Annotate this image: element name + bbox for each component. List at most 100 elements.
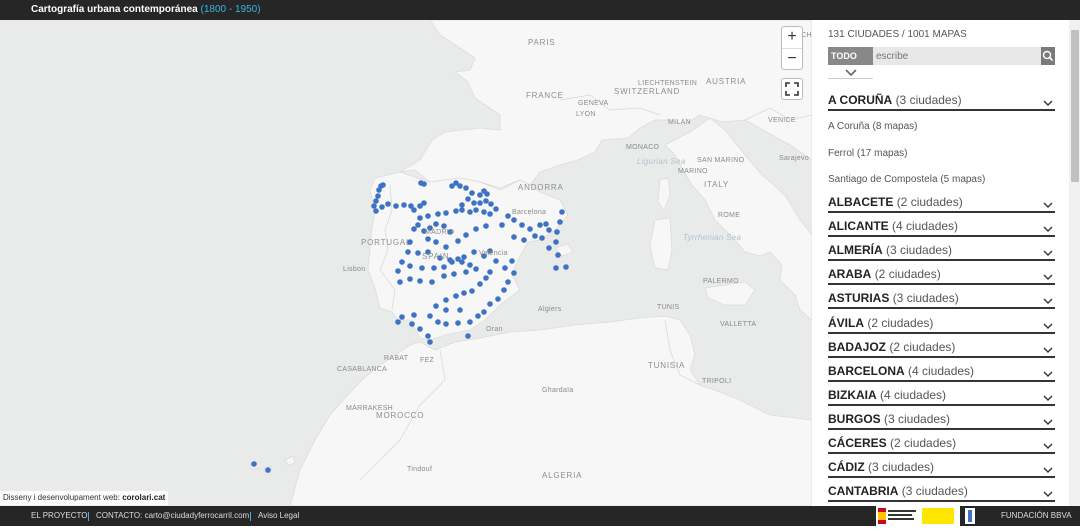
city-marker[interactable] [553, 239, 559, 245]
search-input[interactable] [873, 47, 1041, 65]
city-marker[interactable] [532, 233, 538, 239]
city-marker[interactable] [469, 190, 475, 196]
city-marker[interactable] [555, 252, 561, 258]
province-item[interactable]: CÁDIZ (3 ciudades) [828, 460, 1055, 479]
city-marker[interactable] [559, 209, 565, 215]
city-marker[interactable] [563, 264, 569, 270]
city-marker[interactable] [477, 200, 483, 206]
city-marker[interactable] [511, 270, 517, 276]
zoom-out-button[interactable]: − [782, 48, 802, 69]
city-marker[interactable] [501, 287, 507, 293]
zoom-in-button[interactable]: + [782, 27, 802, 48]
city-marker[interactable] [443, 244, 449, 250]
city-marker[interactable] [537, 222, 543, 228]
city-marker[interactable] [527, 226, 533, 232]
city-marker[interactable] [539, 235, 545, 241]
city-marker[interactable] [425, 213, 431, 219]
province-item[interactable]: CÁCERES (2 ciudades) [828, 436, 1055, 454]
city-marker[interactable] [415, 250, 421, 256]
province-item[interactable]: ALBACETE (2 ciudades) [828, 195, 1055, 213]
city-marker[interactable] [421, 200, 427, 206]
city-marker[interactable] [401, 202, 407, 208]
city-marker[interactable] [509, 258, 515, 264]
city-marker[interactable] [425, 236, 431, 242]
filter-dropdown[interactable] [828, 65, 873, 79]
city-marker[interactable] [407, 276, 413, 282]
city-marker[interactable] [427, 339, 433, 345]
city-marker[interactable] [380, 182, 386, 188]
city-marker[interactable] [471, 200, 477, 206]
city-marker[interactable] [393, 203, 399, 209]
province-item[interactable]: BURGOS (3 ciudades) [828, 412, 1055, 430]
city-marker[interactable] [461, 254, 467, 260]
city-marker[interactable] [487, 211, 493, 217]
city-marker[interactable] [546, 227, 552, 233]
city-item[interactable]: Ferrol (17 mapas) [828, 148, 907, 159]
province-item[interactable]: ALMERÍA (3 ciudades) [828, 243, 1055, 262]
city-marker[interactable] [411, 226, 417, 232]
city-marker[interactable] [463, 269, 469, 275]
province-item[interactable]: BIZKAIA (4 ciudades) [828, 388, 1055, 406]
city-marker[interactable] [425, 333, 431, 339]
city-marker[interactable] [546, 245, 552, 251]
city-marker[interactable] [505, 213, 511, 219]
city-marker[interactable] [451, 271, 457, 277]
city-marker[interactable] [457, 183, 463, 189]
province-item[interactable]: CANTABRIA (3 ciudades) [828, 484, 1055, 503]
city-marker[interactable] [467, 319, 473, 325]
city-marker[interactable] [453, 208, 459, 214]
city-marker[interactable] [421, 181, 427, 187]
city-marker[interactable] [481, 209, 487, 215]
city-marker[interactable] [502, 265, 508, 271]
city-marker[interactable] [463, 185, 469, 191]
city-marker[interactable] [395, 319, 401, 325]
city-marker[interactable] [461, 290, 467, 296]
city-marker[interactable] [373, 208, 379, 214]
city-marker[interactable] [399, 259, 405, 265]
city-marker[interactable] [385, 201, 391, 207]
city-marker[interactable] [397, 279, 403, 285]
city-marker[interactable] [499, 222, 505, 228]
city-marker[interactable] [554, 229, 560, 235]
city-marker[interactable] [443, 210, 449, 216]
city-marker[interactable] [467, 209, 473, 215]
city-marker[interactable] [543, 221, 549, 227]
city-marker[interactable] [379, 204, 385, 210]
city-marker[interactable] [429, 279, 435, 285]
city-marker[interactable] [483, 198, 489, 204]
city-marker[interactable] [487, 301, 493, 307]
city-marker[interactable] [457, 307, 463, 313]
city-marker[interactable] [433, 239, 439, 245]
city-marker[interactable] [455, 238, 461, 244]
city-marker[interactable] [433, 221, 439, 227]
footer-aviso-link[interactable]: Aviso Legal [258, 506, 299, 526]
province-item[interactable]: ASTURIAS (3 ciudades) [828, 291, 1055, 310]
city-marker[interactable] [441, 264, 447, 270]
city-marker[interactable] [477, 192, 483, 198]
city-marker[interactable] [375, 193, 381, 199]
city-marker[interactable] [487, 269, 493, 275]
city-marker[interactable] [488, 201, 494, 207]
city-marker[interactable] [473, 207, 479, 213]
city-marker[interactable] [455, 320, 461, 326]
city-marker[interactable] [395, 268, 401, 274]
city-marker[interactable] [251, 461, 257, 467]
city-marker[interactable] [493, 206, 499, 212]
filter-all-button[interactable]: TODO [828, 47, 873, 65]
city-marker[interactable] [511, 234, 517, 240]
province-item[interactable]: ARABA (2 ciudades) [828, 267, 1055, 286]
city-marker[interactable] [265, 467, 271, 473]
province-item[interactable]: ÁVILA (2 ciudades) [828, 316, 1055, 334]
city-marker[interactable] [505, 279, 511, 285]
city-marker[interactable] [409, 321, 415, 327]
city-marker[interactable] [435, 211, 441, 217]
fullscreen-button[interactable] [781, 78, 803, 100]
city-marker[interactable] [459, 207, 465, 213]
province-item[interactable]: ALICANTE (4 ciudades) [828, 219, 1055, 238]
city-marker[interactable] [415, 222, 421, 228]
city-marker[interactable] [417, 215, 423, 221]
city-marker[interactable] [459, 259, 465, 265]
city-marker[interactable] [484, 191, 490, 197]
credit-link[interactable]: corolari.cat [122, 493, 165, 502]
city-marker[interactable] [557, 219, 563, 225]
